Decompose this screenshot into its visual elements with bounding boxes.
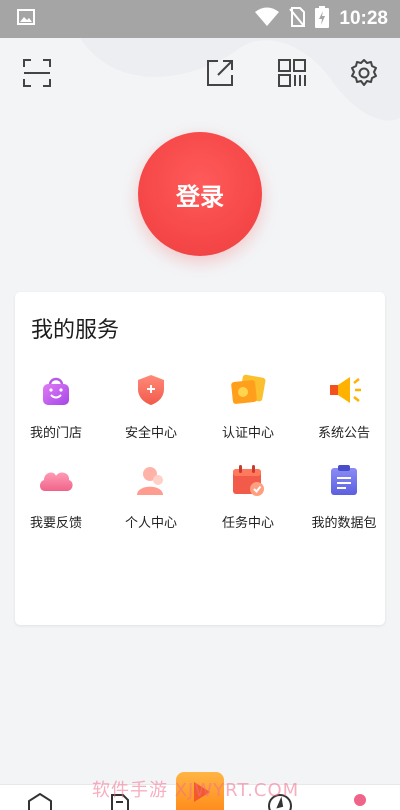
- qr-code-icon[interactable]: [275, 56, 309, 90]
- user-icon: [131, 460, 171, 500]
- settings-icon[interactable]: [347, 56, 381, 90]
- document-icon[interactable]: [102, 793, 138, 810]
- service-label: 任务中心: [221, 516, 274, 531]
- service-label: 认证中心: [221, 426, 274, 441]
- service-feedback[interactable]: 我要反馈: [10, 460, 102, 540]
- service-system-announcement[interactable]: 系统公告: [298, 370, 390, 450]
- service-security-center[interactable]: 安全中心: [105, 370, 197, 450]
- scan-icon[interactable]: [20, 56, 54, 90]
- service-my-data-package[interactable]: 我的数据包: [298, 460, 390, 540]
- my-services-card: 我的服务 我的门店 安全中心 认证中心 系统公告 我要反馈 个人中心 任务中心 …: [15, 292, 385, 625]
- play-icon[interactable]: [176, 772, 224, 810]
- shield-icon: [131, 370, 171, 410]
- service-label: 我的门店: [29, 426, 82, 441]
- service-label: 安全中心: [124, 426, 177, 441]
- service-my-store[interactable]: 我的门店: [10, 370, 102, 450]
- certificate-icon: [228, 370, 268, 410]
- wifi-icon: [255, 7, 280, 31]
- service-label: 个人中心: [124, 516, 177, 531]
- status-bar: 10:28: [0, 0, 400, 38]
- no-sim-icon: [289, 7, 306, 31]
- service-label: 我要反馈: [29, 516, 82, 531]
- service-label: 系统公告: [317, 426, 370, 441]
- profile-icon[interactable]: [342, 793, 378, 810]
- megaphone-icon: [324, 370, 364, 410]
- image-icon: [16, 7, 36, 31]
- share-icon[interactable]: [203, 56, 237, 90]
- battery-charging-icon: [315, 6, 330, 32]
- compass-icon[interactable]: [262, 793, 298, 810]
- service-label: 我的数据包: [311, 516, 377, 531]
- home-icon[interactable]: [22, 793, 58, 810]
- login-button[interactable]: 登录: [138, 132, 262, 256]
- service-personal-center[interactable]: 个人中心: [105, 460, 197, 540]
- feedback-cloud-icon: [36, 460, 76, 500]
- service-certification-center[interactable]: 认证中心: [202, 370, 294, 450]
- services-title: 我的服务: [31, 318, 120, 343]
- calendar-check-icon: [228, 460, 268, 500]
- clipboard-icon: [324, 460, 364, 500]
- clock-time: 10:28: [339, 8, 388, 29]
- service-task-center[interactable]: 任务中心: [202, 460, 294, 540]
- store-bag-icon: [36, 370, 76, 410]
